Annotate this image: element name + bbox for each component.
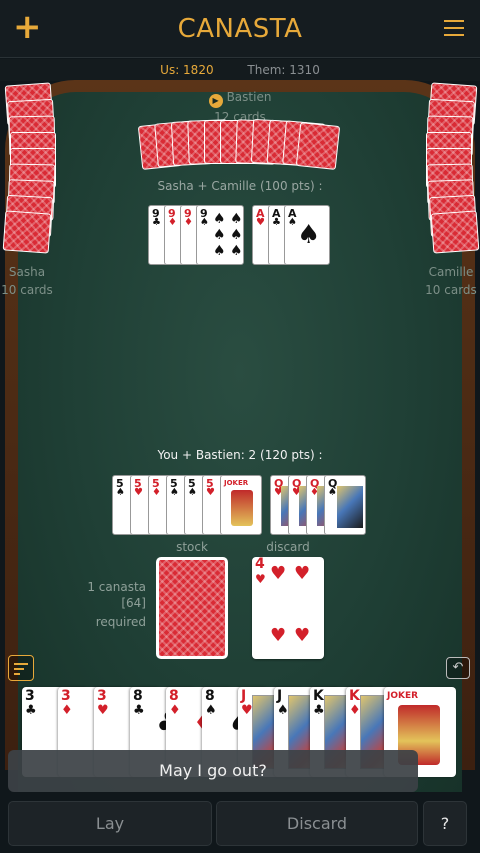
stock-label: stock [176, 540, 208, 554]
my-meld-queens: Q ♥ Q ♥ Q ♦ Q ♠ [270, 475, 368, 535]
stock-pile[interactable] [156, 557, 228, 659]
requirement-line1: 1 canasta [87, 580, 146, 594]
west-hand-backs [2, 82, 56, 254]
west-player-name: Sasha [8, 265, 46, 279]
card-joker: JOKER [220, 475, 262, 535]
score-bar: Us: 1820 Them: 1310 [0, 59, 480, 81]
card-9-spades: 9 ♠ ♠ ♠ ♠ ♠ ♠ ♠ [196, 205, 244, 265]
them-score: Them: 1310 [247, 63, 320, 77]
game-title: CANASTA [177, 14, 303, 44]
hamburger-icon[interactable] [444, 20, 464, 41]
card-a-spades: A ♠ ♠ [284, 205, 330, 265]
east-player-name: Camille [428, 265, 474, 279]
west-player-info: Sasha 10 cards [0, 263, 54, 299]
requirement-line3: required [95, 615, 146, 629]
requirement-line2: [64] [121, 596, 146, 610]
my-meld-label: You + Bastien: 2 (120 pts) : [157, 448, 323, 462]
undo-icon[interactable]: ↶ [446, 657, 470, 679]
opponent-meld-aces: A ♥ A ♣ A ♠ ♠ [252, 205, 332, 265]
card-q-spades: Q ♠ [324, 475, 366, 535]
discard-button[interactable]: Discard [216, 801, 418, 846]
game-screen: + CANASTA Us: 1820 Them: 1310 ▶ Bastien 1… [0, 0, 480, 853]
top-bar: + CANASTA [0, 0, 480, 58]
opponent-meld-label: Sasha + Camille (100 pts) : [157, 179, 323, 193]
north-player-name: Bastien [226, 90, 272, 104]
sort-icon[interactable] [8, 655, 34, 681]
go-out-prompt[interactable]: May I go out? [8, 750, 418, 792]
canasta-requirement: 1 canasta [64] required [64, 579, 146, 630]
east-hand-backs [424, 82, 480, 254]
opponent-meld-nines: 9 ♣ 9 ♦ 9 ♦ 9 ♠ ♠ ♠ ♠ ♠ ♠ ♠ [148, 205, 246, 265]
discard-pile[interactable]: 4 ♥ ♥ ♥ ♥ ♥ [252, 557, 324, 659]
us-score: Us: 1820 [160, 63, 214, 77]
pip-heart-icon: ♥ [294, 625, 311, 646]
pip-heart-icon: ♥ [294, 563, 311, 584]
east-player-info: Camille 10 cards [422, 263, 480, 299]
discard-label: discard [266, 540, 310, 554]
discard-rank: 4 [255, 557, 265, 572]
help-button[interactable]: ? [423, 801, 467, 846]
turn-indicator-icon: ▶ [208, 94, 223, 108]
pip-heart-icon: ♥ [270, 563, 287, 584]
discard-suit: ♥ [255, 572, 266, 586]
pip-heart-icon: ♥ [270, 625, 287, 646]
west-player-count: 10 cards [1, 283, 53, 297]
my-meld-fives: 5 ♠ 5 ♥ 5 ♦ 5 ♠ 5 ♠ 5 ♥ JOKER [112, 475, 264, 535]
north-hand-backs [137, 118, 341, 170]
lay-button[interactable]: Lay [8, 801, 212, 846]
east-player-count: 10 cards [425, 283, 477, 297]
